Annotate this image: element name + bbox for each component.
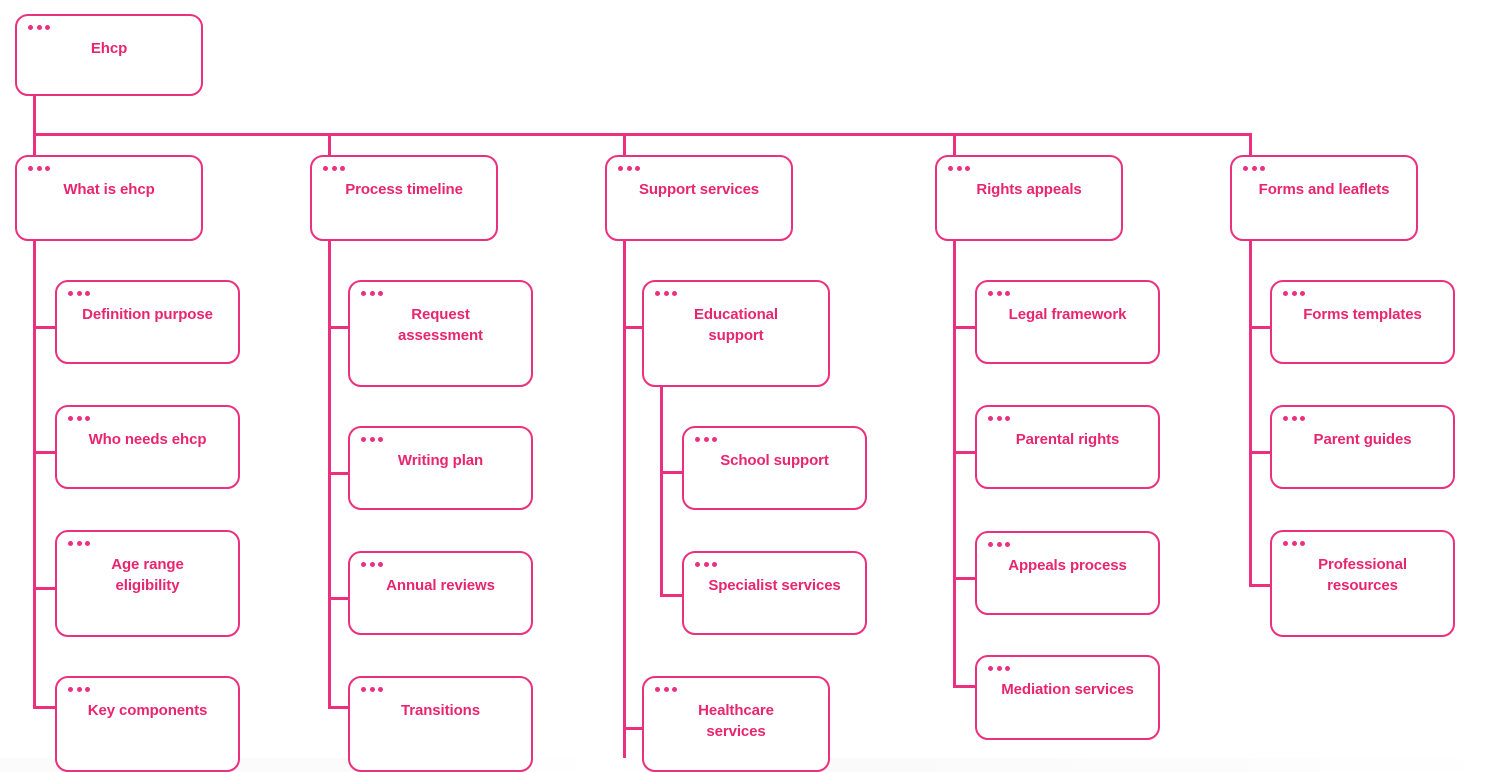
node-card-mediation-services[interactable]: Mediation services [975, 655, 1160, 740]
node-card-what-is-ehcp[interactable]: What is ehcp [15, 155, 203, 241]
node-card-appeals-process[interactable]: Appeals process [975, 531, 1160, 615]
node-label: Professional resources [1318, 556, 1407, 595]
node-label: Educational support [694, 306, 778, 345]
node-card-parent-guides[interactable]: Parent guides [1270, 405, 1455, 489]
node-label: Annual reviews [386, 577, 495, 594]
node-label: Writing plan [397, 452, 484, 469]
node-label: Forms and leaflets [1258, 181, 1390, 198]
connector-spine-col4 [953, 238, 956, 687]
three-dots-icon [948, 166, 970, 171]
node-card-transitions[interactable]: Transitions [348, 676, 533, 772]
three-dots-icon [695, 562, 717, 567]
three-dots-icon [988, 416, 1010, 421]
three-dots-icon [68, 291, 90, 296]
node-label: Key components [87, 702, 208, 719]
node-label: Parent guides [1313, 431, 1412, 448]
three-dots-icon [361, 562, 383, 567]
connector-spine-col5 [1249, 238, 1252, 587]
node-label: Forms templates [1303, 306, 1422, 323]
node-card-writing-plan[interactable]: Writing plan [348, 426, 533, 510]
three-dots-icon [28, 166, 50, 171]
three-dots-icon [695, 437, 717, 442]
node-label: Healthcare services [698, 702, 774, 741]
connector-bus-drop-5 [1249, 133, 1252, 157]
connector-root-down [33, 94, 36, 136]
node-card-forms-and-leaflets[interactable]: Forms and leaflets [1230, 155, 1418, 241]
three-dots-icon [361, 291, 383, 296]
three-dots-icon [1283, 291, 1305, 296]
node-card-support-services[interactable]: Support services [605, 155, 793, 241]
node-label: Age range eligibility [111, 556, 184, 595]
node-card-specialist-services[interactable]: Specialist services [682, 551, 867, 635]
node-label: Legal framework [1008, 306, 1127, 323]
three-dots-icon [618, 166, 640, 171]
node-label: Parental rights [1015, 431, 1120, 448]
node-card-key-components[interactable]: Key components [55, 676, 240, 772]
node-card-parental-rights[interactable]: Parental rights [975, 405, 1160, 489]
node-card-rights-appeals[interactable]: Rights appeals [935, 155, 1123, 241]
node-label: Mediation services [1001, 681, 1134, 698]
node-label: Process timeline [345, 181, 463, 198]
three-dots-icon [1243, 166, 1265, 171]
node-card-healthcare-services[interactable]: Healthcare services [642, 676, 830, 772]
node-card-root[interactable]: Ehcp [15, 14, 203, 96]
three-dots-icon [323, 166, 345, 171]
node-label: Support services [638, 181, 760, 198]
node-card-request-assessment[interactable]: Request assessment [348, 280, 533, 387]
node-card-process-timeline[interactable]: Process timeline [310, 155, 498, 241]
three-dots-icon [68, 416, 90, 421]
node-label: Definition purpose [82, 306, 213, 323]
node-label: Ehcp [90, 40, 128, 57]
connector-spine-col3 [623, 238, 626, 772]
node-card-definition-purpose[interactable]: Definition purpose [55, 280, 240, 364]
node-card-legal-framework[interactable]: Legal framework [975, 280, 1160, 364]
three-dots-icon [361, 687, 383, 692]
node-label: Who needs ehcp [88, 431, 207, 448]
three-dots-icon [68, 541, 90, 546]
three-dots-icon [68, 687, 90, 692]
node-card-forms-templates[interactable]: Forms templates [1270, 280, 1455, 364]
three-dots-icon [655, 291, 677, 296]
three-dots-icon [361, 437, 383, 442]
node-label: Request assessment [398, 306, 483, 345]
three-dots-icon [1283, 541, 1305, 546]
connector-bus-drop-3 [623, 133, 626, 157]
node-card-age-range-eligibility[interactable]: Age range eligibility [55, 530, 240, 637]
three-dots-icon [28, 25, 50, 30]
connector-bus-drop-2 [328, 133, 331, 157]
node-label: Appeals process [1008, 557, 1127, 574]
three-dots-icon [988, 666, 1010, 671]
connector-spine-col1 [33, 238, 36, 708]
node-label: Rights appeals [976, 181, 1082, 198]
three-dots-icon [1283, 416, 1305, 421]
node-label: Transitions [401, 702, 480, 719]
three-dots-icon [988, 542, 1010, 547]
three-dots-icon [655, 687, 677, 692]
connector-bus-drop-4 [953, 133, 956, 157]
three-dots-icon [988, 291, 1010, 296]
connector-root-bus [33, 133, 1252, 136]
node-card-professional-resources[interactable]: Professional resources [1270, 530, 1455, 637]
node-card-educational-support[interactable]: Educational support [642, 280, 830, 387]
node-card-who-needs-ehcp[interactable]: Who needs ehcp [55, 405, 240, 489]
node-label: Specialist services [708, 577, 841, 594]
node-card-school-support[interactable]: School support [682, 426, 867, 510]
connector-bus-drop-1 [33, 133, 36, 157]
sitemap-diagram-canvas: Ehcp What is ehcp Process timeline Suppo… [0, 0, 1506, 772]
node-label: School support [720, 452, 829, 469]
connector-spine-col3-educational [660, 383, 663, 597]
node-label: What is ehcp [63, 181, 155, 198]
node-card-annual-reviews[interactable]: Annual reviews [348, 551, 533, 635]
